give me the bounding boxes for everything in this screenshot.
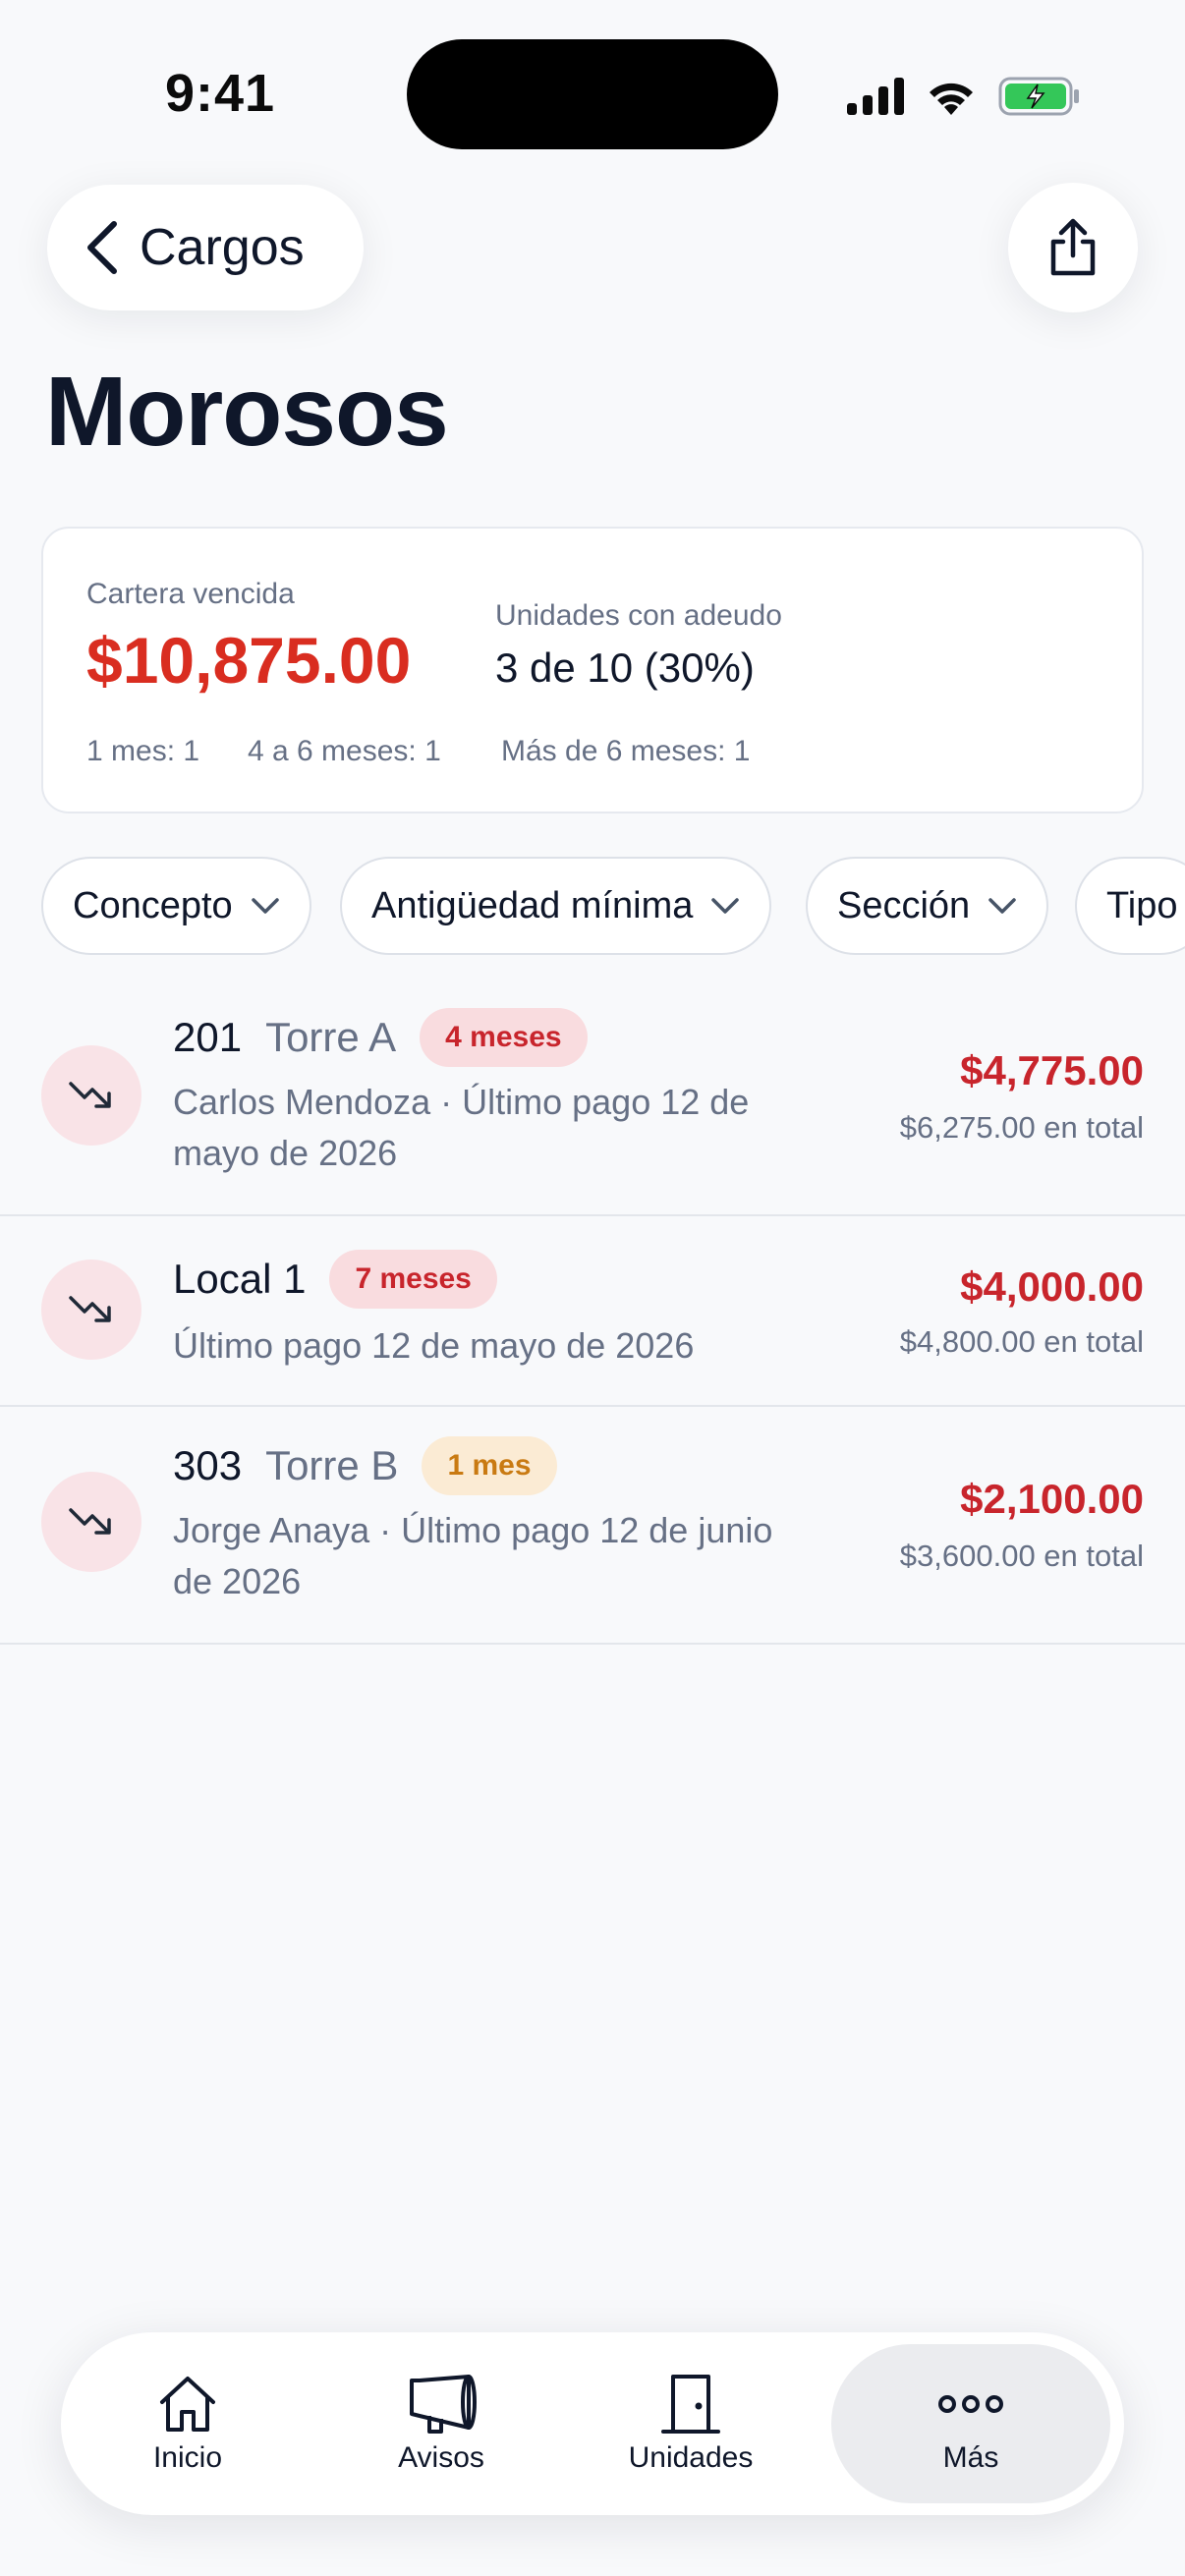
- tab-inicio[interactable]: Inicio: [85, 2332, 291, 2515]
- debtor-subtitle-line: mayo de 2026: [173, 1133, 398, 1173]
- trend-down-icon: [41, 1045, 141, 1146]
- unit-tower: Torre A: [265, 1014, 397, 1060]
- battery-charging-icon: [998, 77, 1079, 116]
- unit-number: 303: [173, 1442, 243, 1488]
- debtor-title: 303 Torre B 1 mes: [173, 1434, 557, 1497]
- aging-badge: 4 meses: [420, 1008, 588, 1067]
- overdue-amount: $10,875.00: [86, 624, 412, 697]
- share-icon: [1050, 218, 1096, 276]
- filter-tipo[interactable]: Tipo: [1075, 857, 1185, 955]
- trend-down-icon: [41, 1260, 141, 1360]
- status-time: 9:41: [165, 64, 276, 123]
- status-bar: 9:41: [0, 0, 1185, 187]
- overdue-label: Cartera vencida: [86, 578, 295, 610]
- aging-bucket-1-month: 1 mes: 1: [86, 735, 200, 767]
- overdue-amount: $2,100.00: [960, 1476, 1144, 1522]
- debtor-title: 201 Torre A 4 meses: [173, 1006, 588, 1069]
- units-with-debt-value: 3 de 10 (30%): [495, 644, 755, 691]
- unit-number: 201: [173, 1014, 243, 1060]
- dynamic-island: [407, 39, 778, 149]
- chevron-down-icon: [251, 898, 279, 914]
- aging-bucket-4-6-months: 4 a 6 meses: 1: [248, 735, 441, 767]
- debtor-row[interactable]: 201 Torre A 4 meses Carlos Mendoza · Últ…: [0, 980, 1185, 1216]
- page-title: Morosos: [45, 357, 449, 467]
- chevron-down-icon: [711, 898, 740, 914]
- status-icons: [847, 71, 1081, 122]
- tab-label: Avisos: [398, 2441, 484, 2474]
- chevron-down-icon: [988, 898, 1016, 914]
- overdue-amount: $4,000.00: [960, 1263, 1144, 1310]
- debtor-subtitle-line: Último pago 12 de mayo de 2026: [173, 1325, 695, 1366]
- door-icon: [661, 2375, 720, 2434]
- trend-down-icon: [41, 1472, 141, 1572]
- debtor-row[interactable]: Local 1 7 meses Último pago 12 de mayo d…: [0, 1216, 1185, 1407]
- chevron-left-icon: [87, 221, 117, 274]
- units-with-debt-label: Unidades con adeudo: [495, 599, 782, 632]
- filter-antiguedad-minima[interactable]: Antigüedad mínima: [340, 857, 772, 955]
- filter-chips: Concepto Antigüedad mínima Sección Tipo: [41, 857, 1185, 955]
- total-amount: $3,600.00 en total: [899, 1539, 1144, 1573]
- tab-label: Unidades: [628, 2441, 754, 2474]
- filter-label: Sección: [837, 884, 971, 926]
- debtor-subtitle-line: Carlos Mendoza · Último pago 12 de: [173, 1082, 750, 1122]
- debtor-subtitle: Jorge Anaya · Último pago 12 de junio de…: [173, 1505, 772, 1607]
- filter-label: Antigüedad mínima: [371, 884, 694, 926]
- debtor-title: Local 1 7 meses: [173, 1248, 497, 1311]
- total-amount: $6,275.00 en total: [899, 1110, 1144, 1145]
- tab-bar: Inicio Avisos Unidades Más: [61, 2332, 1124, 2515]
- debtor-subtitle-line: Jorge Anaya · Último pago 12 de junio: [173, 1510, 773, 1550]
- unit-number: Local 1: [173, 1256, 307, 1302]
- megaphone-icon: [410, 2375, 477, 2434]
- debtor-subtitle: Carlos Mendoza · Último pago 12 de mayo …: [173, 1077, 749, 1179]
- debtor-row[interactable]: 303 Torre B 1 mes Jorge Anaya · Último p…: [0, 1407, 1185, 1645]
- tab-label: Inicio: [152, 2441, 223, 2474]
- filter-concepto[interactable]: Concepto: [41, 857, 311, 955]
- total-amount: $4,800.00 en total: [899, 1324, 1144, 1359]
- filter-label: Tipo: [1106, 884, 1178, 926]
- debtor-subtitle: Último pago 12 de mayo de 2026: [173, 1320, 694, 1372]
- back-button-label: Cargos: [140, 219, 305, 276]
- tab-avisos[interactable]: Avisos: [338, 2332, 544, 2515]
- cellular-signal-icon: [847, 78, 904, 115]
- filter-seccion[interactable]: Sección: [806, 857, 1049, 955]
- more-dots-icon: [938, 2395, 1003, 2413]
- unit-tower: Torre B: [265, 1442, 399, 1488]
- tab-unidades[interactable]: Unidades: [588, 2332, 794, 2515]
- aging-badge: 1 mes: [422, 1436, 557, 1495]
- wifi-icon: [930, 83, 973, 115]
- debtor-subtitle-line: de 2026: [173, 1561, 302, 1601]
- summary-card: Cartera vencida $10,875.00 Unidades con …: [41, 527, 1144, 813]
- house-icon: [160, 2377, 215, 2432]
- back-button[interactable]: Cargos: [47, 185, 364, 310]
- overdue-amount: $4,775.00: [960, 1047, 1144, 1093]
- share-button[interactable]: [1008, 183, 1138, 312]
- filter-label: Concepto: [73, 884, 233, 926]
- tab-mas[interactable]: Más: [831, 2332, 1110, 2515]
- aging-badge: 7 meses: [329, 1250, 497, 1309]
- tab-label: Más: [942, 2441, 999, 2474]
- aging-bucket-6-plus-months: Más de 6 meses: 1: [501, 735, 751, 767]
